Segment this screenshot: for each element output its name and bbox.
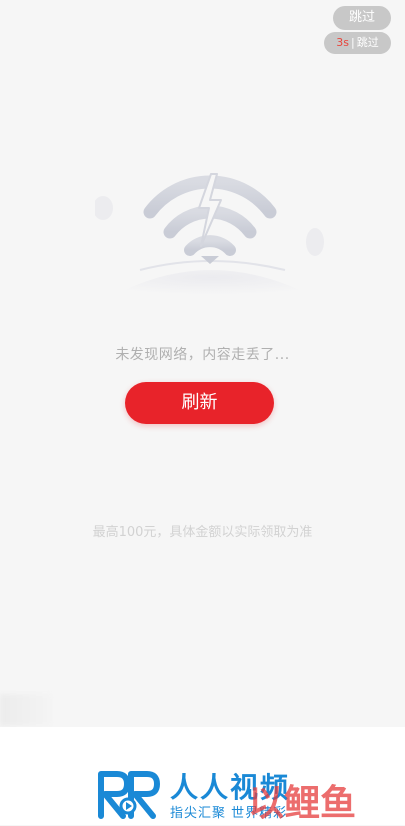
countdown-skip-label: 跳过 bbox=[356, 36, 379, 49]
skip-button[interactable]: 跳过 bbox=[333, 6, 391, 30]
watermark: 以鲤鱼 bbox=[248, 782, 357, 824]
reward-note: 最高100元，具体金额以实际领取为准 bbox=[92, 525, 313, 540]
blurred-region bbox=[0, 694, 52, 726]
empty-state-message: 未发现网络，内容走丢了... bbox=[115, 347, 290, 363]
countdown-skip-button[interactable]: 3s | 跳过 bbox=[324, 32, 391, 54]
no-wifi-icon bbox=[93, 173, 324, 295]
no-network-illustration bbox=[93, 160, 325, 295]
refresh-button[interactable]: 刷新 bbox=[125, 382, 274, 424]
rr-logo-icon bbox=[98, 771, 160, 819]
countdown-separator: | bbox=[351, 36, 355, 49]
countdown-seconds: 3s bbox=[336, 36, 349, 49]
